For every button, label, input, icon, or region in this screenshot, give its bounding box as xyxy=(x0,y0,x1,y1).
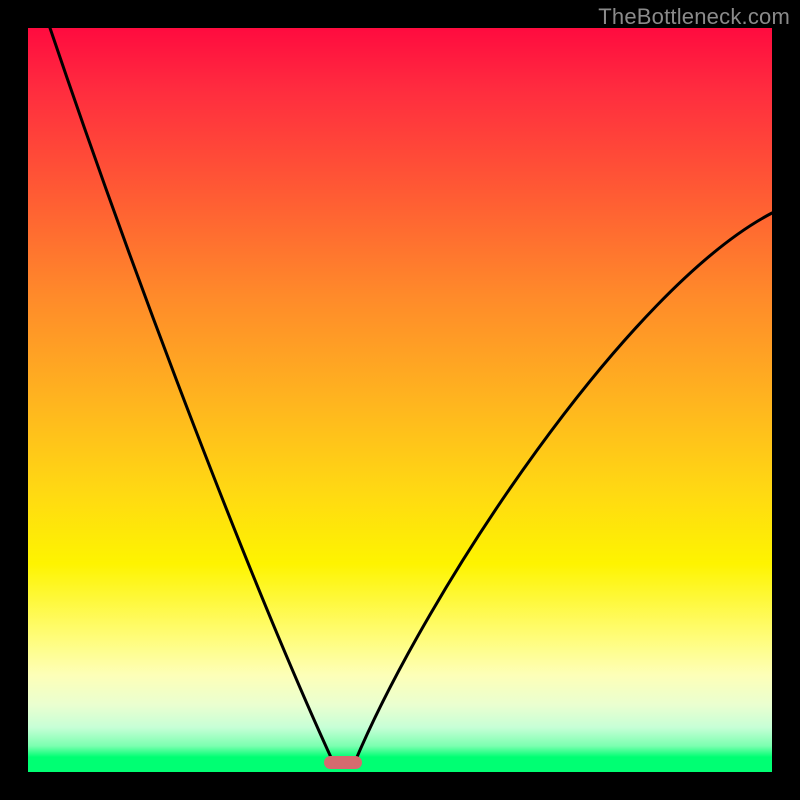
bottleneck-curve xyxy=(28,28,772,772)
watermark-text: TheBottleneck.com xyxy=(598,4,790,30)
curve-left-branch xyxy=(50,28,334,764)
chart-frame: TheBottleneck.com xyxy=(0,0,800,800)
curve-right-branch xyxy=(354,213,772,764)
bottleneck-marker xyxy=(324,756,362,769)
plot-area xyxy=(28,28,772,772)
